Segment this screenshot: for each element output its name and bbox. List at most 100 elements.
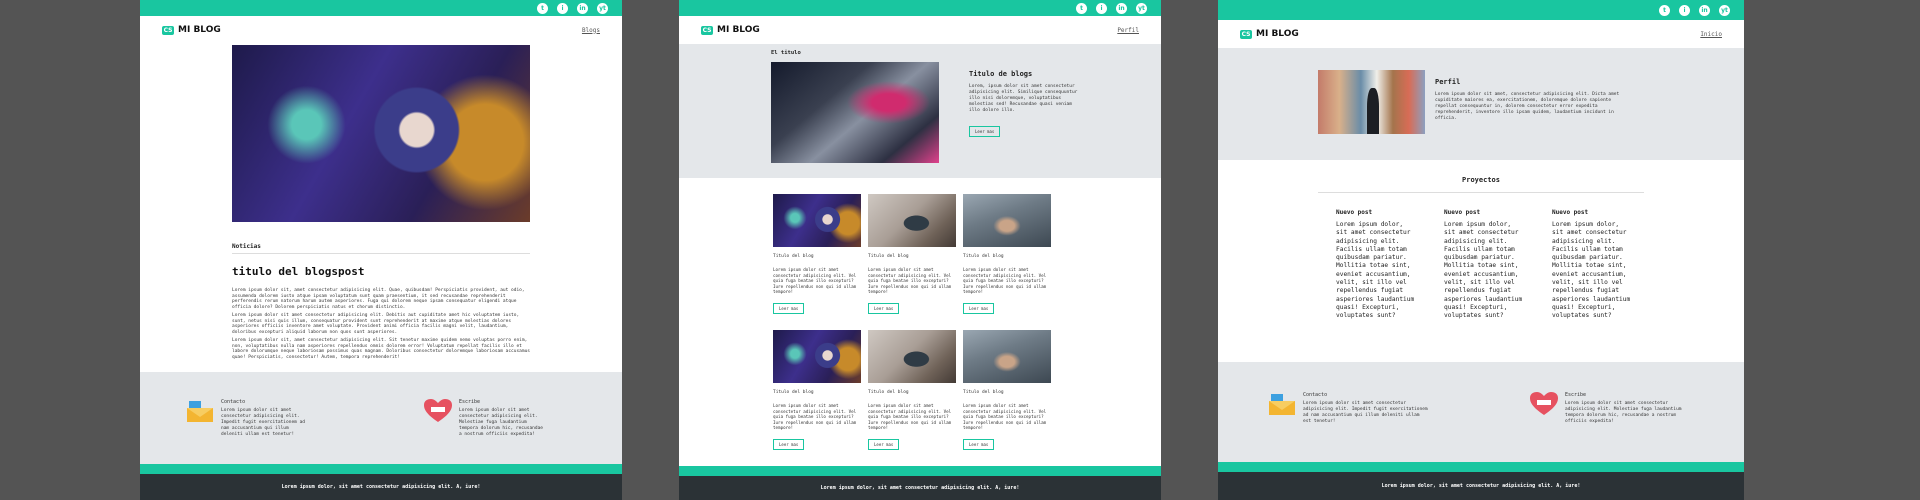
- blog-card: Titulo del blog Lorem ipsum dolor sit am…: [868, 330, 956, 450]
- card-title: Titulo del blog: [773, 254, 814, 259]
- project-title: Nuevo post: [1444, 209, 1481, 216]
- site-logo[interactable]: CS MI BLOG: [701, 25, 760, 35]
- page-profile: t i in yt CS MI BLOG Inicio Perfil Lorem…: [1218, 0, 1744, 500]
- card-image: [868, 194, 956, 247]
- card-text: Lorem ipsum dolor sit amet consectetur a…: [773, 267, 857, 294]
- card-read-more-button[interactable]: Leer mas: [773, 438, 805, 450]
- contact-section: Contacto Lorem ipsum dolor sit amet cons…: [1218, 362, 1744, 462]
- featured-image: [771, 62, 939, 163]
- write-block: Escribe Lorem ipsum dolor sit amet conse…: [1530, 392, 1690, 425]
- nav-link-perfil[interactable]: Perfil: [1117, 27, 1139, 34]
- profile-title: Perfil: [1435, 78, 1461, 86]
- card-image: [868, 330, 956, 383]
- profile-section: Perfil Lorem ipsum dolor sit amet, conse…: [1218, 48, 1744, 160]
- footer-text: Lorem ipsum dolor, sit amet consectetur …: [281, 484, 481, 490]
- featured-title: Titulo de blogs: [969, 70, 1033, 78]
- youtube-icon[interactable]: yt: [1136, 2, 1147, 14]
- project-item: Nuevo post Lorem ipsum dolor, sit amet c…: [1444, 209, 1524, 321]
- card-image: [963, 194, 1051, 247]
- bottom-footer: Lorem ipsum dolor, sit amet consectetur …: [679, 476, 1161, 500]
- contact-text: Lorem ipsum dolor sit amet consectetur a…: [1303, 401, 1428, 424]
- featured-section: El titulo Titulo de blogs Lorem, ipsum d…: [679, 44, 1161, 178]
- featured-read-more-button[interactable]: Leer mas: [969, 126, 1001, 137]
- logo-text: MI BLOG: [178, 25, 221, 35]
- card-title: Titulo del blog: [773, 390, 814, 395]
- post-paragraph: Lorem ipsum dolor sit amet consectetur a…: [232, 313, 520, 335]
- heart-message-icon: [1530, 392, 1558, 415]
- site-header: CS MI BLOG Inicio: [1218, 20, 1744, 48]
- card-title: Titulo del blog: [963, 390, 1004, 395]
- site-header: CS MI BLOG Blogs: [140, 16, 622, 44]
- site-logo[interactable]: CS MI BLOG: [162, 25, 221, 35]
- bottom-footer: Lorem ipsum dolor, sit amet consectetur …: [140, 474, 622, 500]
- nav-link-inicio[interactable]: Inicio: [1700, 31, 1722, 38]
- logo-mark-icon: CS: [701, 25, 713, 35]
- write-title: Escribe: [459, 399, 481, 405]
- footer-accent-bar: [140, 464, 622, 474]
- profile-text: Lorem ipsum dolor sit amet, consectetur …: [1435, 92, 1620, 121]
- card-title: Titulo del blog: [963, 254, 1004, 259]
- project-item: Nuevo post Lorem ipsum dolor, sit amet c…: [1336, 209, 1416, 321]
- card-text: Lorem ipsum dolor sit amet consectetur a…: [963, 403, 1047, 430]
- card-title: Titulo del blog: [868, 254, 909, 259]
- card-image: [773, 330, 861, 383]
- card-title: Titulo del blog: [868, 390, 909, 395]
- contact-section: Contacto Lorem ipsum dolor sit amet cons…: [140, 372, 622, 464]
- project-title: Nuevo post: [1552, 209, 1589, 216]
- youtube-icon[interactable]: yt: [1719, 4, 1730, 16]
- card-image: [963, 330, 1051, 383]
- blog-card: Titulo del blog Lorem ipsum dolor sit am…: [868, 194, 956, 314]
- card-text: Lorem ipsum dolor sit amet consectetur a…: [963, 267, 1047, 294]
- instagram-icon[interactable]: i: [557, 2, 568, 14]
- featured-text: Lorem, ipsum dolor sit amet consectetur …: [969, 84, 1078, 113]
- contact-block: Contacto Lorem ipsum dolor sit amet cons…: [186, 399, 309, 438]
- card-text: Lorem ipsum dolor sit amet consectetur a…: [868, 403, 952, 430]
- project-title: Nuevo post: [1336, 209, 1373, 216]
- card-read-more-button[interactable]: Leer mas: [773, 302, 805, 314]
- footer-text: Lorem ipsum dolor, sit amet consectetur …: [820, 485, 1020, 491]
- card-read-more-button[interactable]: Leer mas: [868, 438, 900, 450]
- logo-text: MI BLOG: [1256, 29, 1299, 39]
- instagram-icon[interactable]: i: [1679, 4, 1690, 16]
- contact-text: Lorem ipsum dolor sit amet consectetur a…: [221, 408, 305, 437]
- logo-mark-icon: CS: [1240, 29, 1252, 39]
- linkedin-icon[interactable]: in: [577, 2, 588, 14]
- card-text: Lorem ipsum dolor sit amet consectetur a…: [868, 267, 952, 294]
- linkedin-icon[interactable]: in: [1116, 2, 1127, 14]
- post-body: Lorem ipsum dolor sit, amet consectetur …: [232, 288, 530, 360]
- write-title: Escribe: [1565, 392, 1587, 398]
- card-read-more-button[interactable]: Leer mas: [963, 438, 995, 450]
- write-text: Lorem ipsum dolor sit amet consectetur a…: [1565, 401, 1682, 424]
- page-blogpost: t i in yt CS MI BLOG Blogs Noticias titu…: [140, 0, 622, 500]
- profile-photo: [1318, 70, 1425, 134]
- hero-image: [232, 45, 530, 222]
- screenshot-stage: t i in yt CS MI BLOG Blogs Noticias titu…: [0, 0, 1920, 500]
- featured-label: El titulo: [771, 50, 801, 56]
- page-blog-list: t i in yt CS MI BLOG Perfil El titulo Ti…: [679, 0, 1161, 500]
- card-read-more-button[interactable]: Leer mas: [963, 302, 995, 314]
- linkedin-icon[interactable]: in: [1699, 4, 1710, 16]
- twitter-icon[interactable]: t: [1076, 2, 1087, 14]
- youtube-icon[interactable]: yt: [597, 2, 608, 14]
- projects-title: Proyectos: [1462, 176, 1500, 184]
- instagram-icon[interactable]: i: [1096, 2, 1107, 14]
- nav-link-blogs[interactable]: Blogs: [582, 27, 600, 34]
- section-divider: [232, 253, 530, 254]
- project-item: Nuevo post Lorem ipsum dolor, sit amet c…: [1552, 209, 1632, 321]
- write-block: Escribe Lorem ipsum dolor sit amet conse…: [424, 399, 547, 438]
- project-text: Lorem ipsum dolor, sit amet consectetur …: [1552, 221, 1631, 320]
- project-text: Lorem ipsum dolor, sit amet consectetur …: [1444, 221, 1523, 320]
- post-paragraph: Lorem ipsum dolor sit, amet consectetur …: [232, 338, 531, 360]
- section-label: Noticias: [232, 243, 261, 250]
- site-logo[interactable]: CS MI BLOG: [1240, 29, 1299, 39]
- mail-icon: [187, 401, 213, 422]
- contact-title: Contacto: [221, 399, 246, 405]
- mail-icon: [1269, 394, 1295, 415]
- site-header: CS MI BLOG Perfil: [679, 16, 1161, 44]
- card-image: [773, 194, 861, 247]
- card-read-more-button[interactable]: Leer mas: [868, 302, 900, 314]
- blog-card: Titulo del blog Lorem ipsum dolor sit am…: [773, 194, 861, 314]
- twitter-icon[interactable]: t: [1659, 4, 1670, 16]
- twitter-icon[interactable]: t: [537, 2, 548, 14]
- post-paragraph: Lorem ipsum dolor sit, amet consectetur …: [232, 288, 525, 310]
